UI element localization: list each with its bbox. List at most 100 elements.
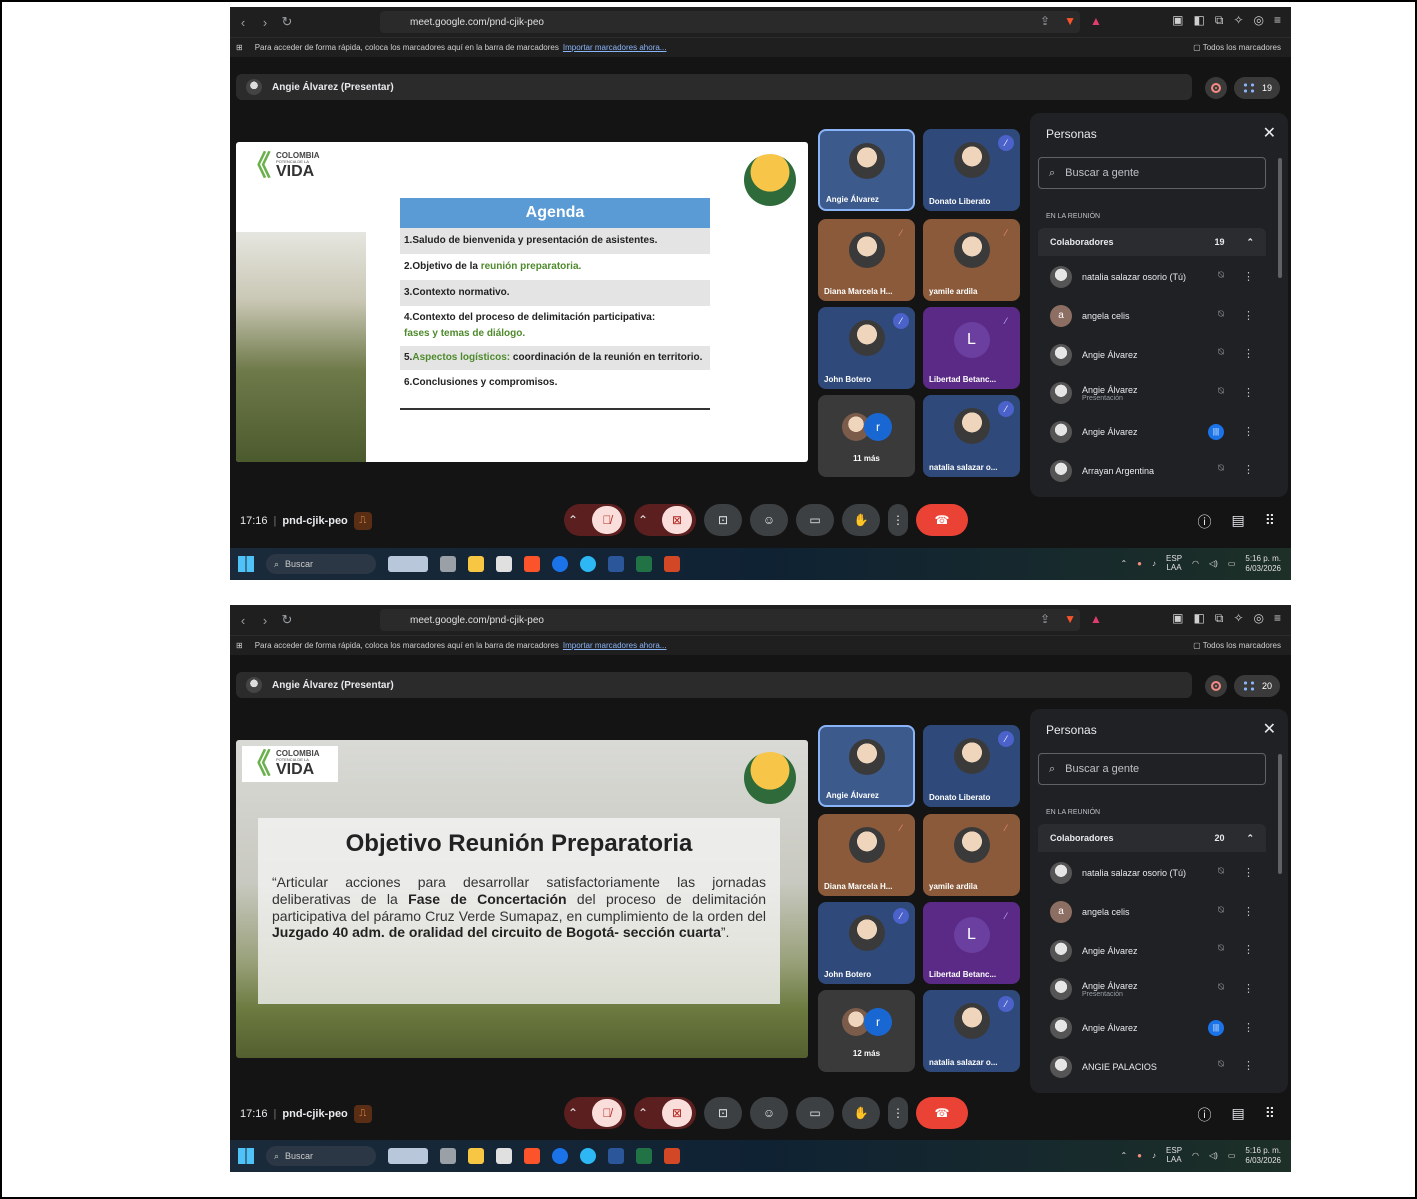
captions-button[interactable]: ▭ xyxy=(796,504,834,536)
split-view-icon[interactable]: ◧ xyxy=(1194,611,1205,626)
scrollbar[interactable] xyxy=(1278,754,1282,874)
app-tray-icon[interactable]: ● xyxy=(1137,1151,1142,1160)
clock[interactable]: 5:16 p. m. 6/03/2026 xyxy=(1245,554,1281,573)
wallet-icon[interactable]: ⧉ xyxy=(1215,13,1224,28)
windows-start-icon[interactable] xyxy=(238,556,254,572)
list-item[interactable]: Angie Álvarez Presentación ⍉ ⋮ xyxy=(1038,374,1266,413)
participant-tile[interactable]: ⁄ Donato Liberato xyxy=(923,129,1020,211)
more-vert-icon[interactable]: ⋮ xyxy=(1243,943,1254,956)
close-icon[interactable]: ✕ xyxy=(1263,123,1276,143)
sidebar-icon[interactable]: ▣ xyxy=(1172,13,1183,28)
scrollbar[interactable] xyxy=(1278,158,1282,278)
brave-shield-icon[interactable]: ▼ xyxy=(1064,612,1076,626)
list-item[interactable]: a angela celis ⍉ ⋮ xyxy=(1038,297,1266,336)
list-item[interactable]: Angie Álvarez ⍉ ⋮ xyxy=(1038,335,1266,374)
clock[interactable]: 5:16 p. m. 6/03/2026 xyxy=(1245,1146,1281,1165)
store-icon[interactable] xyxy=(496,556,512,572)
participant-tile[interactable]: Angie Álvarez xyxy=(818,725,915,807)
participant-tile[interactable]: ⁄ natalia salazar o... xyxy=(923,395,1020,477)
powerpoint-icon[interactable] xyxy=(664,1148,680,1164)
reactions-button[interactable]: ☺ xyxy=(750,1097,788,1129)
chevron-up-icon[interactable]: ⌃ xyxy=(568,1106,578,1120)
file-explorer-icon[interactable] xyxy=(468,1148,484,1164)
participant-tile[interactable]: ⁄ yamile ardila xyxy=(923,219,1020,301)
activities-icon[interactable]: ⠿ xyxy=(1265,1105,1275,1125)
brave-icon[interactable] xyxy=(524,556,540,572)
participant-tile[interactable]: ⁄ natalia salazar o... xyxy=(923,990,1020,1072)
list-item[interactable]: Angie Álvarez ||| ⋮ xyxy=(1038,1009,1266,1048)
import-bookmarks-link[interactable]: Importar marcadores ahora... xyxy=(563,641,667,650)
taskview-icon[interactable] xyxy=(440,1148,456,1164)
windows-start-icon[interactable] xyxy=(238,1148,254,1164)
end-call-button[interactable]: ☎ xyxy=(916,504,968,536)
list-item[interactable]: Angie Álvarez ⍉ ⋮ xyxy=(1038,931,1266,970)
participant-tile[interactable]: ⁄ Diana Marcela H... xyxy=(818,814,915,896)
chevron-up-icon[interactable]: ⌃ xyxy=(638,513,648,527)
participant-tile[interactable]: L ⁄ Libertad Betanc... xyxy=(923,902,1020,984)
menu-icon[interactable]: ≡ xyxy=(1274,611,1281,626)
battery-icon[interactable]: ▭ xyxy=(1228,1151,1236,1160)
end-call-button[interactable]: ☎ xyxy=(916,1097,968,1129)
list-item[interactable]: ANGIE PALACIOS ⍉ ⋮ xyxy=(1038,1047,1266,1086)
presenting-bar[interactable]: Angie Álvarez (Presentar) xyxy=(236,74,1192,100)
mic-button[interactable]: ⌃ 🎙̸ xyxy=(564,1097,626,1129)
more-participants-tile[interactable]: r 12 más xyxy=(818,990,915,1072)
share-icon[interactable]: ⇪ xyxy=(1040,612,1050,626)
more-vert-icon[interactable]: ⋮ xyxy=(1243,982,1254,995)
store-icon[interactable] xyxy=(496,1148,512,1164)
more-vert-icon[interactable]: ⋮ xyxy=(1243,905,1254,918)
reactions-button[interactable]: ☺ xyxy=(750,504,788,536)
reload-icon[interactable]: ↻ xyxy=(280,14,294,30)
more-vert-icon[interactable]: ⋮ xyxy=(1243,1021,1254,1034)
present-button[interactable]: ⊡ xyxy=(704,1097,742,1129)
participant-tile[interactable]: L ⁄ Libertad Betanc... xyxy=(923,307,1020,389)
record-button[interactable] xyxy=(1205,77,1227,99)
list-item[interactable]: natalia salazar osorio (Tú) ⍉ ⋮ xyxy=(1038,258,1266,297)
host-controls-icon[interactable]: ⎍ xyxy=(353,512,372,530)
more-vert-icon[interactable]: ⋮ xyxy=(1243,347,1254,360)
more-options-button[interactable]: ⋮ xyxy=(888,1097,908,1129)
participant-tile[interactable]: ⁄ Diana Marcela H... xyxy=(818,219,915,301)
mic-icon[interactable]: ♪ xyxy=(1152,1151,1156,1160)
info-icon[interactable]: ⓘ xyxy=(1198,512,1212,532)
participants-button[interactable]: 19 xyxy=(1234,77,1280,99)
more-vert-icon[interactable]: ⋮ xyxy=(1243,270,1254,283)
search-input[interactable]: ⌕ Buscar a gente xyxy=(1038,753,1266,785)
camera-button[interactable]: ⌃ ⊠ xyxy=(634,1097,696,1129)
language-indicator[interactable]: ESP LAA xyxy=(1166,1146,1182,1165)
back-icon[interactable]: ‹ xyxy=(236,613,250,628)
list-item[interactable]: Angie Álvarez ||| ⋮ xyxy=(1038,413,1266,452)
leo-icon[interactable]: ✧ xyxy=(1233,13,1243,28)
excel-icon[interactable] xyxy=(636,556,652,572)
more-vert-icon[interactable]: ⋮ xyxy=(1243,309,1254,322)
split-view-icon[interactable]: ◧ xyxy=(1194,13,1205,28)
participant-tile[interactable]: Angie Álvarez xyxy=(818,129,915,211)
apps-icon[interactable]: ⊞ xyxy=(236,641,243,650)
address-bar[interactable]: meet.google.com/pnd-cjik-peo xyxy=(380,11,1080,33)
brave-shield-icon[interactable]: ▼ xyxy=(1064,14,1076,28)
info-icon[interactable]: ⓘ xyxy=(1198,1105,1212,1125)
more-vert-icon[interactable]: ⋮ xyxy=(1243,1059,1254,1072)
volume-icon[interactable]: ◁) xyxy=(1209,1151,1218,1160)
leo-icon[interactable]: ✧ xyxy=(1233,611,1243,626)
import-bookmarks-link[interactable]: Importar marcadores ahora... xyxy=(563,43,667,52)
address-bar[interactable]: meet.google.com/pnd-cjik-peo xyxy=(380,609,1080,631)
brave-rewards-icon[interactable]: ▲ xyxy=(1090,612,1102,626)
more-options-button[interactable]: ⋮ xyxy=(888,504,908,536)
wallet-icon[interactable]: ⧉ xyxy=(1215,611,1224,626)
more-participants-tile[interactable]: r 11 más xyxy=(818,395,915,477)
battery-icon[interactable]: ▭ xyxy=(1228,559,1236,568)
taskbar-search[interactable]: ⌕ Buscar xyxy=(266,1146,376,1166)
taskbar-search[interactable]: ⌕ Buscar xyxy=(266,554,376,574)
mic-icon[interactable]: ♪ xyxy=(1152,559,1156,568)
chevron-up-icon[interactable]: ⌃ xyxy=(638,1106,648,1120)
participant-tile[interactable]: ⁄ yamile ardila xyxy=(923,814,1020,896)
word-icon[interactable] xyxy=(608,1148,624,1164)
present-button[interactable]: ⊡ xyxy=(704,504,742,536)
participant-tile[interactable]: ⁄ Donato Liberato xyxy=(923,725,1020,807)
forward-icon[interactable]: › xyxy=(258,15,272,30)
all-bookmarks[interactable]: ▢ Todos los marcadores xyxy=(1193,641,1281,650)
raise-hand-button[interactable]: ✋ xyxy=(842,504,880,536)
captions-button[interactable]: ▭ xyxy=(796,1097,834,1129)
close-icon[interactable]: ✕ xyxy=(1263,719,1276,739)
